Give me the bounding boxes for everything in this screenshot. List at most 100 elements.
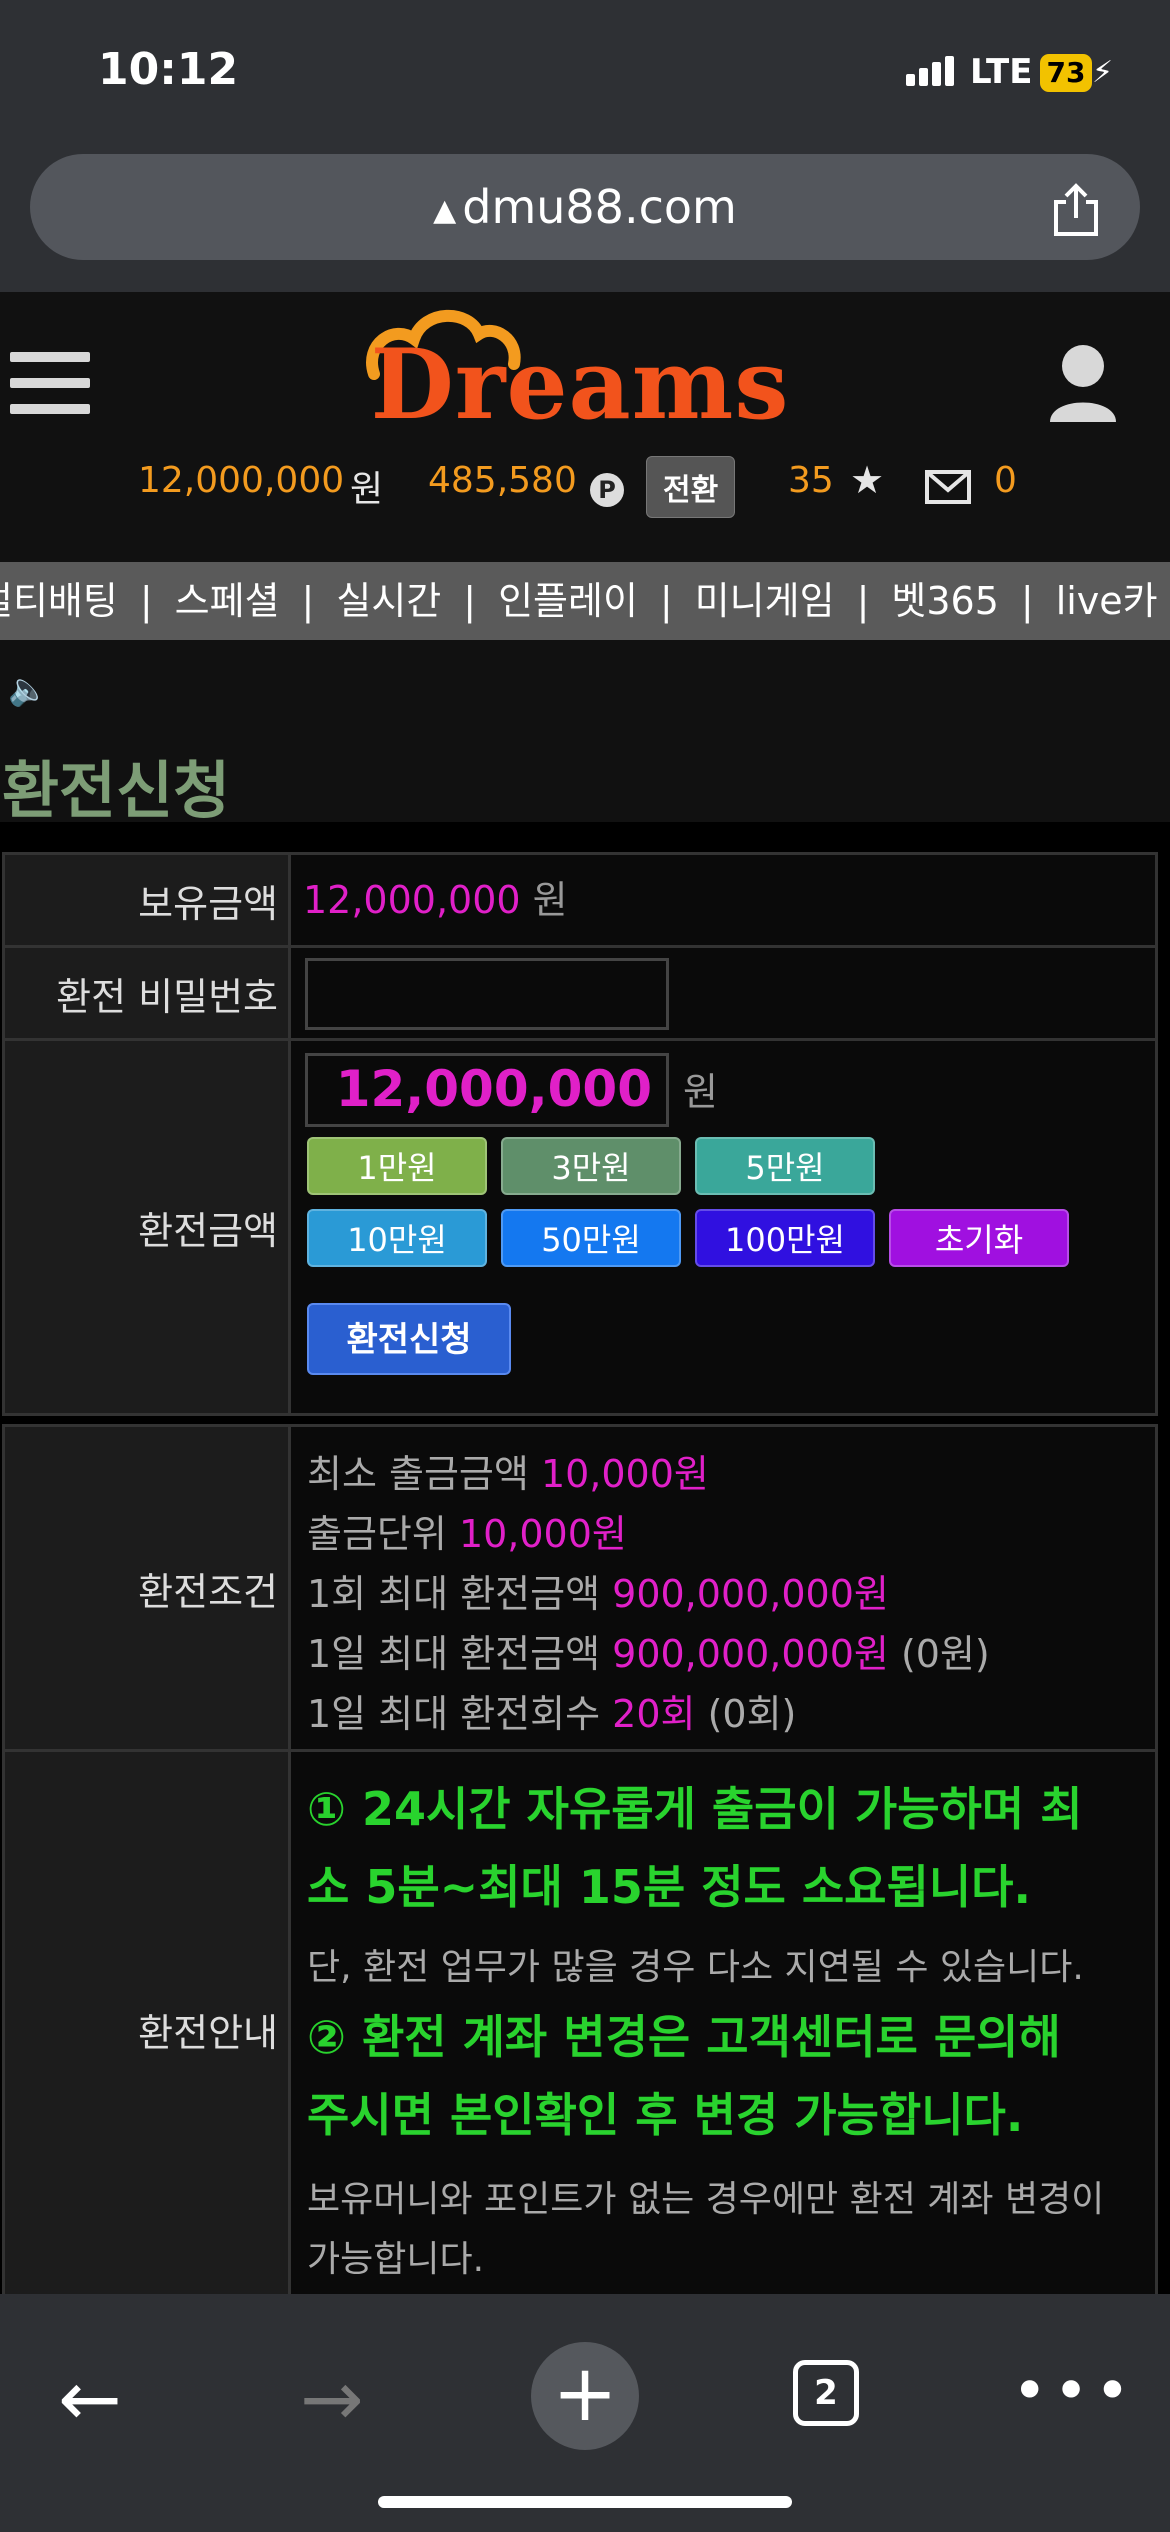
balance-label: 보유금액: [5, 855, 291, 945]
page-title: 환전신청: [2, 754, 231, 827]
guide-item2-line2: 주시면 본인확인 후 변경 가능합니다.: [307, 2088, 1024, 2142]
category-nav: 멀티배팅|스페셜|실시간|인플레이|미니게임|벳365|live카: [0, 562, 1170, 640]
convert-wrap: 전환: [646, 456, 736, 518]
condition-text: 1일 최대 환전회수: [307, 1692, 601, 1736]
condition-value: 900,000,000원: [612, 1572, 889, 1616]
condition-line: 1일 최대 환전회수 20회 (0회): [307, 1683, 796, 1738]
balance-amount: 12,000,000: [138, 460, 345, 501]
new-tab-plus-icon[interactable]: +: [531, 2342, 639, 2450]
home-indicator[interactable]: [378, 2496, 792, 2508]
condition-text: 1일 최대 환전금액: [307, 1632, 601, 1676]
nav-list: 멀티배팅|스페셜|실시간|인플레이|미니게임|벳365|live카: [0, 562, 1158, 640]
guide-item2-note-cont: 가능합니다.: [307, 2239, 485, 2280]
star-icon: ★: [850, 458, 885, 502]
reset-button[interactable]: 초기화: [889, 1209, 1069, 1267]
battery-icon: 73: [1040, 54, 1092, 92]
balance-unit-label: 원: [532, 878, 568, 922]
user-info-bar: 12,000,000 원 485,580 P 전환 35 ★ 0: [0, 454, 1170, 524]
warning-icon: ▲: [433, 192, 457, 228]
condition-value: 10,000원: [540, 1452, 709, 1496]
condition-line: 출금단위 10,000원: [307, 1503, 627, 1558]
convert-button[interactable]: 전환: [646, 456, 736, 518]
status-bar: 10:12 LTE 73 ⚡: [0, 0, 1170, 150]
condition-value: 20회: [612, 1692, 696, 1736]
site-logo[interactable]: Dreams: [360, 304, 800, 441]
star-count: 35: [788, 460, 834, 501]
points-icon: P: [590, 473, 624, 507]
amount-input[interactable]: 12,000,000: [305, 1053, 669, 1127]
nav-item-livecasino[interactable]: live카: [1056, 579, 1158, 623]
quick-10man-button[interactable]: 10만원: [307, 1209, 487, 1267]
quick-1man-button[interactable]: 1만원: [307, 1137, 487, 1195]
guide-item1-line2: 소 5분~최대 15분 정도 소요됩니다.: [307, 1860, 1031, 1914]
balance-unit: 원: [350, 469, 384, 510]
browser-toolbar: ← → + 2 •••: [0, 2294, 1170, 2532]
condition-value: 900,000,000원: [612, 1632, 889, 1676]
page-title-bar: 환전신청: [0, 730, 1170, 827]
points-badge-wrap: P: [590, 468, 624, 509]
info-table: 환전조건 최소 출금금액 10,000원 출금단위 10,000원 1회 최대 …: [2, 1424, 1158, 2307]
nav-item-bet365[interactable]: 벳365: [891, 579, 999, 623]
forward-arrow-icon[interactable]: →: [300, 2354, 364, 2443]
password-cell: [303, 948, 1155, 1038]
mail-icon[interactable]: [925, 470, 971, 504]
charging-icon: ⚡: [1092, 55, 1114, 90]
condition-line: 1회 최대 환전금액 900,000,000원: [307, 1563, 889, 1618]
balance-value: 12,000,000: [303, 878, 521, 922]
nav-item-special[interactable]: 스페셜: [175, 579, 280, 623]
address-bar[interactable]: ▲ dmu88.com: [30, 154, 1140, 260]
guide-item1-line1: ① 24시간 자유롭게 출금이 가능하며 최: [307, 1782, 1083, 1836]
quick-3man-button[interactable]: 3만원: [501, 1137, 681, 1195]
user-icon[interactable]: [1040, 340, 1126, 426]
nav-item-live[interactable]: 실시간: [336, 579, 441, 623]
more-options-icon[interactable]: •••: [1012, 2356, 1136, 2426]
quick-100man-button[interactable]: 100만원: [695, 1209, 875, 1267]
share-icon[interactable]: [1050, 182, 1102, 238]
tab-switcher-button[interactable]: 2: [793, 2360, 859, 2426]
nav-item-multi[interactable]: 멀티배팅: [0, 579, 118, 623]
speaker-icon[interactable]: 🔈: [8, 670, 48, 708]
guide-row: 환전안내 ① 24시간 자유롭게 출금이 가능하며 최 소 5분~최대 15분 …: [5, 1752, 1155, 2307]
nav-item-minigame[interactable]: 미니게임: [695, 579, 835, 623]
nav-item-inplay[interactable]: 인플레이: [498, 579, 638, 623]
amount-row: 환전금액 12,000,000 원 1만원 3만원 5만원 10만원 50만원 …: [5, 1041, 1155, 1413]
status-time: 10:12: [98, 44, 239, 95]
quick-5man-button[interactable]: 5만원: [695, 1137, 875, 1195]
url-text: dmu88.com: [462, 180, 737, 234]
condition-text: 1회 최대 환전금액: [307, 1572, 601, 1616]
guide-label: 환전안내: [5, 1752, 291, 2307]
submit-withdraw-button[interactable]: 환전신청: [307, 1303, 511, 1375]
conditions-row: 환전조건 최소 출금금액 10,000원 출금단위 10,000원 1회 최대 …: [5, 1427, 1155, 1752]
condition-extra: (0원): [900, 1632, 990, 1676]
amount-label: 환전금액: [5, 1041, 291, 1413]
password-label: 환전 비밀번호: [5, 948, 291, 1038]
guide-item2-line1: ② 환전 계좌 변경은 고객센터로 문의해: [307, 2010, 1061, 2064]
guide-item1-note: 단, 환전 업무가 많을 경우 다소 지연될 수 있습니다.: [307, 1947, 1084, 1988]
url-display[interactable]: ▲ dmu88.com: [30, 154, 1140, 264]
withdraw-form: 보유금액 12,000,000 원 환전 비밀번호 환전금액 12,000,00…: [2, 852, 1158, 1416]
guide-item2-note: 보유머니와 포인트가 없는 경우에만 환전 계좌 변경이: [307, 2179, 1105, 2220]
condition-text: 최소 출금금액: [307, 1452, 529, 1496]
logo-text: Dreams: [370, 328, 790, 441]
conditions-cell: 최소 출금금액 10,000원 출금단위 10,000원 1회 최대 환전금액 …: [303, 1427, 1155, 1749]
notice-bar: 🔈: [0, 640, 1170, 730]
message-count: 0: [994, 460, 1017, 501]
conditions-label: 환전조건: [5, 1427, 291, 1749]
balance-value-cell: 12,000,000 원: [303, 855, 1155, 945]
condition-line: 1일 최대 환전금액 900,000,000원 (0원): [307, 1623, 990, 1678]
guide-cell: ① 24시간 자유롭게 출금이 가능하며 최 소 5분~최대 15분 정도 소요…: [303, 1752, 1155, 2307]
network-label: LTE: [970, 52, 1033, 92]
site-header: Dreams 12,000,000 원 485,580 P 전환 35 ★ 0: [0, 292, 1170, 562]
password-input[interactable]: [305, 958, 669, 1030]
amount-unit: 원: [683, 1070, 718, 1114]
quick-50man-button[interactable]: 50만원: [501, 1209, 681, 1267]
back-arrow-icon[interactable]: ←: [58, 2354, 122, 2443]
hamburger-menu-icon[interactable]: [10, 352, 90, 430]
signal-icon: [906, 56, 958, 86]
balance-row: 보유금액 12,000,000 원: [5, 855, 1155, 948]
points-amount: 485,580: [428, 460, 577, 501]
password-row: 환전 비밀번호: [5, 948, 1155, 1041]
condition-extra: (0회): [707, 1692, 797, 1736]
condition-text: 출금단위: [307, 1512, 447, 1556]
condition-line: 최소 출금금액 10,000원: [307, 1443, 709, 1498]
